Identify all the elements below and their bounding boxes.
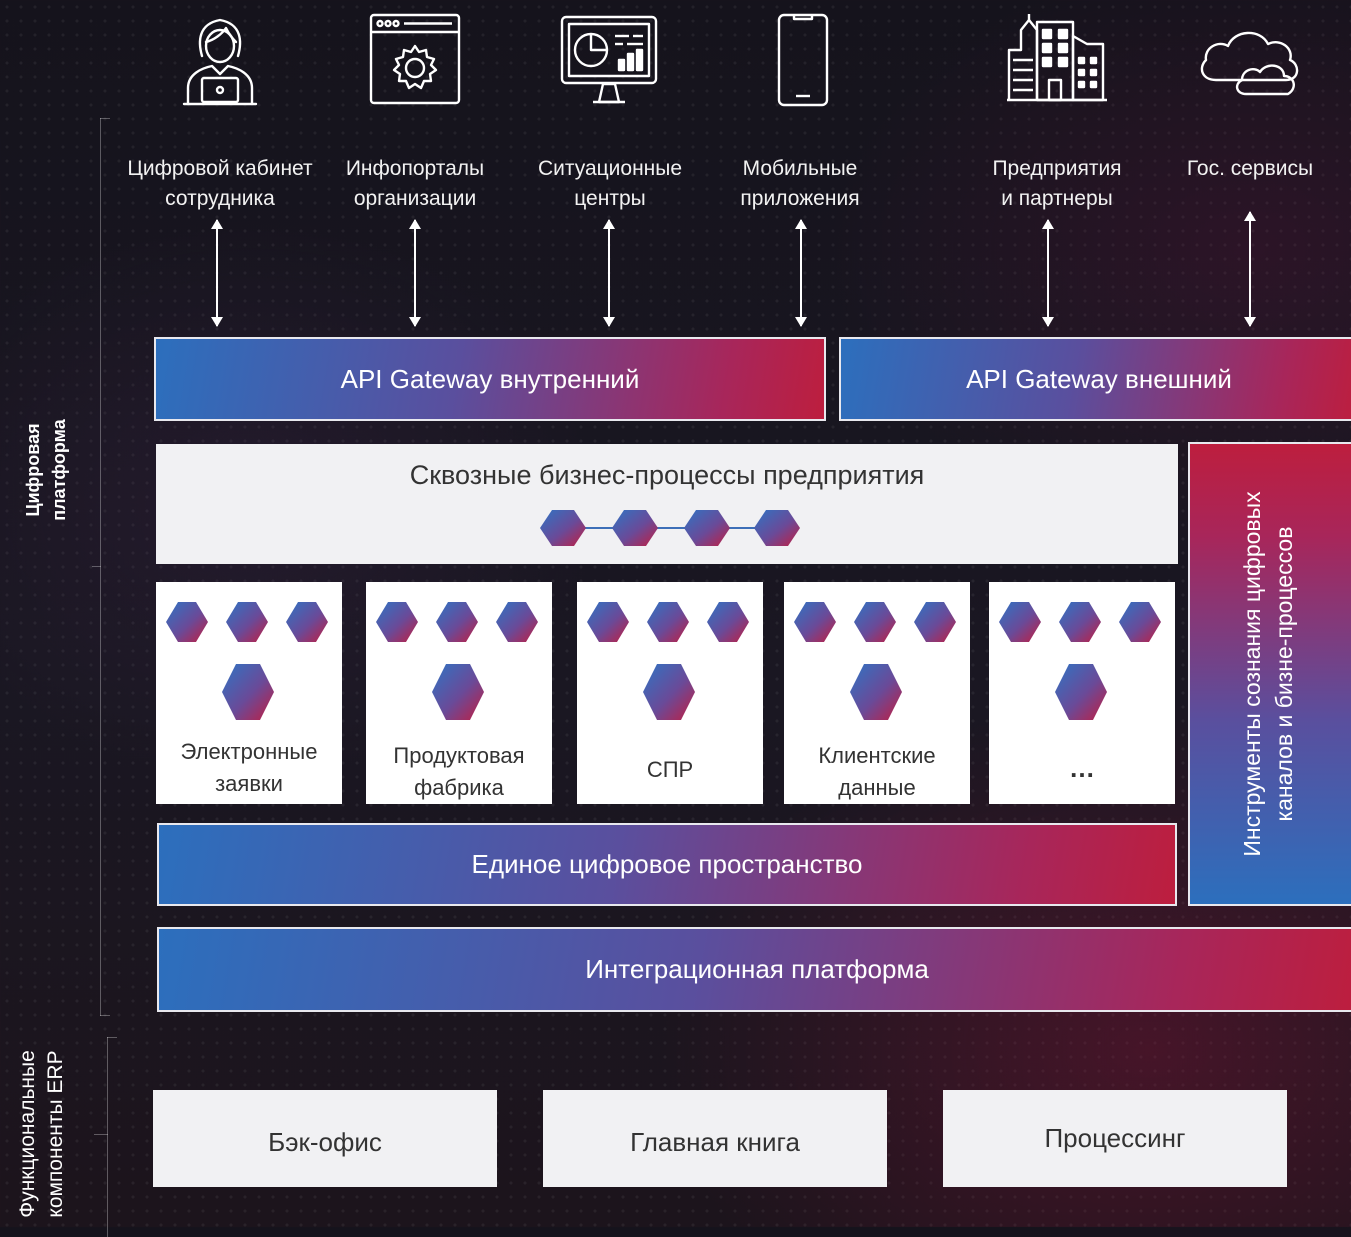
channel-label-line: Инфопорталы [345, 157, 485, 180]
tools-label-line: каналов и бизне-процессов [1271, 526, 1297, 822]
tools-label-line: Инструменты сознания цифровых [1239, 491, 1265, 857]
bidirectional-arrow [795, 219, 807, 327]
side-label-line: компоненты ERP [44, 1050, 67, 1218]
module-card-label-line: данные [838, 775, 916, 800]
channel-label-line: Предприятия [992, 157, 1122, 180]
bidirectional-arrow [211, 219, 223, 327]
bracket-tick [100, 1015, 110, 1016]
unified-digital-space: Единое цифровое пространство [157, 823, 1177, 906]
module-card-label-line: Продуктовая [393, 743, 525, 768]
bidirectional-arrow [409, 219, 421, 327]
erp-component-back-office: Бэк-офис [153, 1090, 497, 1187]
browser-gear-icon [369, 13, 461, 105]
side-label-line: Функциональные [16, 1050, 39, 1218]
digital-platform-side-label: Цифровая платформа [20, 370, 76, 570]
channel-label-gov: Гос. сервисы [1150, 154, 1350, 184]
integration-platform-label: Интеграционная платформа [585, 954, 929, 984]
module-hexagons-icon [794, 602, 956, 720]
api-gateway-internal-label: API Gateway внутренний [340, 363, 640, 394]
bidirectional-arrow [1244, 211, 1256, 327]
module-card-label-line: … [1069, 753, 1095, 783]
buildings-icon [1007, 14, 1107, 102]
integration-platform: Интеграционная платформа [157, 927, 1351, 1012]
channel-label-mobile: Мобильные приложения [700, 154, 900, 214]
bracket-tick [94, 1134, 108, 1135]
module-card-label: … [989, 752, 1175, 784]
module-card-label-line: Клиентские [818, 743, 936, 768]
cloud-icon [1200, 31, 1299, 96]
channel-label-line: Мобильные [742, 157, 858, 180]
channel-label-partners: Предприятия и партнеры [957, 154, 1157, 214]
module-hexagons-icon [999, 602, 1161, 720]
bracket-tick [92, 566, 101, 567]
unified-digital-space-label: Единое цифровое пространство [471, 849, 863, 879]
channel-label-line: Ситуационные [537, 157, 683, 180]
module-card-label: Клиентские данные [784, 740, 970, 804]
erp-bracket [107, 1037, 108, 1237]
channel-label-line: Цифровой кабинет [127, 157, 313, 180]
api-gateway-external-label: API Gateway внешний [966, 363, 1232, 394]
channel-label-line: организации [353, 187, 477, 210]
module-card-label: СПР [577, 754, 763, 786]
digital-channels-tools-label: Инструменты сознания цифровых каналов и … [1236, 444, 1304, 904]
channel-label-line: центры [574, 187, 646, 210]
erp-side-label: Функциональные компоненты ERP [14, 1044, 70, 1224]
module-card-label-line: заявки [215, 771, 283, 796]
bidirectional-arrow [1042, 219, 1054, 327]
channel-label-situation-centers: Ситуационные центры [510, 154, 710, 214]
module-card-label-line: фабрика [414, 775, 504, 800]
module-hexagons-icon [376, 602, 538, 720]
erp-component-processing: Процессинг [943, 1090, 1287, 1187]
business-processes-title: Сквозные бизнес-процессы предприятия [409, 460, 925, 490]
erp-component-general-ledger: Главная книга [543, 1090, 887, 1187]
module-card-label: Продуктовая фабрика [366, 740, 552, 804]
digital-platform-bracket [100, 118, 101, 1016]
digital-channels-tools-panel: Инструменты сознания цифровых каналов и … [1188, 442, 1351, 906]
module-card-label-line: Электронные [180, 739, 318, 764]
dashboard-monitor-icon [560, 15, 658, 104]
module-card-more: … [989, 582, 1175, 804]
module-card-label-line: СПР [646, 757, 694, 782]
module-card-client-data: Клиентские данные [784, 582, 970, 804]
channel-label-line: сотрудника [165, 187, 275, 210]
channel-label-employee: Цифровой кабинет сотрудника [120, 154, 320, 214]
process-chain-icon [540, 510, 800, 546]
module-hexagons-icon [587, 602, 749, 720]
module-card-spr: СПР [577, 582, 763, 804]
api-gateway-external: API Gateway внешний [839, 337, 1351, 421]
module-card-label: Электронные заявки [156, 736, 342, 800]
erp-component-label: Процессинг [1044, 1123, 1186, 1153]
channel-label-line: и партнеры [1001, 187, 1113, 210]
module-hexagons-icon [166, 602, 328, 720]
bracket-tick [107, 1037, 117, 1038]
business-processes-panel: Сквозные бизнес-процессы предприятия [156, 444, 1178, 564]
erp-component-label: Бэк-офис [268, 1127, 382, 1157]
channel-label-portals: Инфопорталы организации [315, 154, 515, 214]
smartphone-icon [777, 13, 829, 107]
api-gateway-internal: API Gateway внутренний [154, 337, 826, 421]
side-label-line: Цифровая [23, 423, 43, 517]
channel-label-line: Гос. сервисы [1186, 157, 1314, 180]
employee-laptop-icon [182, 18, 258, 106]
module-card-product-factory: Продуктовая фабрика [366, 582, 552, 804]
erp-component-label: Главная книга [630, 1127, 800, 1157]
bracket-tick [100, 118, 110, 119]
channel-label-line: приложения [740, 187, 860, 210]
side-label-line: платформа [49, 419, 69, 521]
bidirectional-arrow [603, 219, 615, 327]
module-card-electronic-requests: Электронные заявки [156, 582, 342, 804]
